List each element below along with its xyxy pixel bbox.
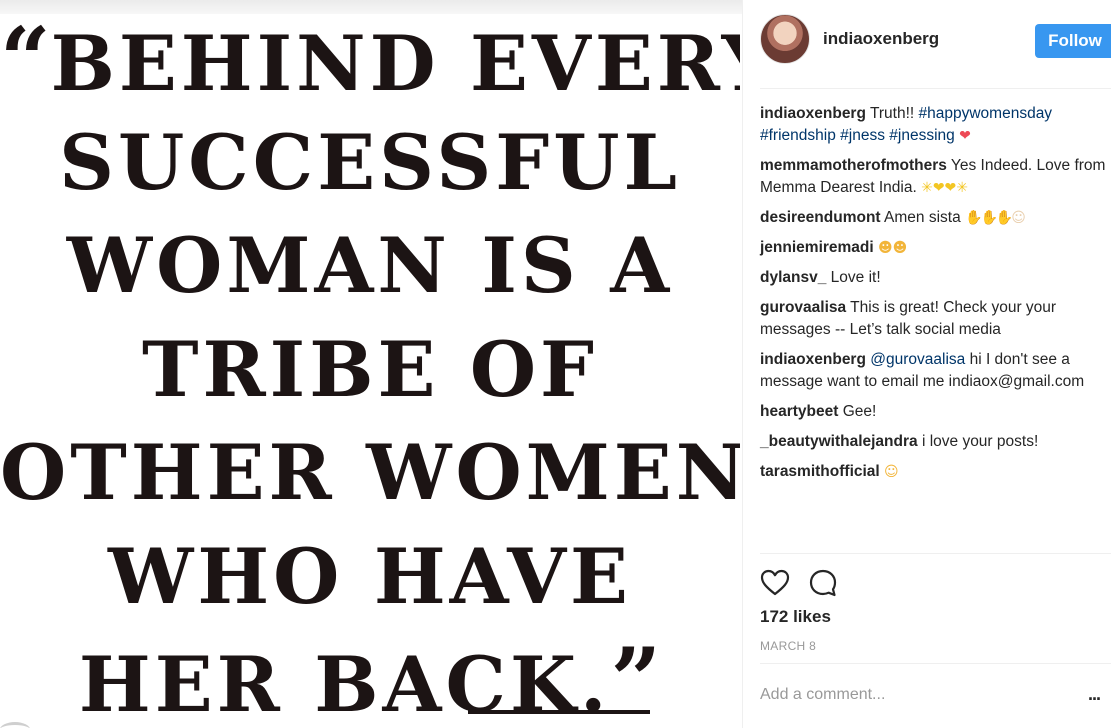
comment-username[interactable]: gurovaalisa bbox=[760, 299, 846, 316]
hashtag-link[interactable]: #jness bbox=[840, 127, 885, 144]
comment: _beautywithalejandra i love your posts! bbox=[760, 431, 1111, 453]
comment: indiaoxenberg @gurovaalisa hi I don't se… bbox=[760, 349, 1111, 393]
comment-username[interactable]: memmamotherofmothers bbox=[760, 157, 947, 174]
caption: indiaoxenberg Truth!! #happywomensday #fr… bbox=[760, 103, 1111, 147]
comment-text: Love it! bbox=[826, 269, 881, 286]
quote-text: TRIBE OF bbox=[141, 325, 599, 414]
comment: desireendumont Amen sista ✋✋✋☺ bbox=[760, 207, 1111, 229]
quote-text: OTHER WOMEN bbox=[0, 428, 740, 517]
comment-username[interactable]: dylansv_ bbox=[760, 269, 826, 286]
quote-line-2: SUCCESSFUL bbox=[0, 118, 740, 208]
quote-line-6: WHO HAVE bbox=[0, 532, 740, 622]
smiling-face-emoji: ☺ bbox=[884, 464, 899, 480]
comment-username[interactable]: tarasmithofficial bbox=[760, 463, 880, 480]
raised-hands-emoji: ✋✋✋☺ bbox=[965, 210, 1026, 226]
divider bbox=[760, 88, 1111, 89]
header-username[interactable]: indiaoxenberg bbox=[823, 29, 939, 49]
open-quote-mark: “ bbox=[0, 14, 51, 111]
comment-username[interactable]: jenniemiremadi bbox=[760, 239, 874, 256]
hashtag-link[interactable]: #happywomensday bbox=[919, 105, 1053, 122]
comment: tarasmithofficial ☺ bbox=[760, 461, 1111, 483]
post-image[interactable]: “BEHIND EVERY SUCCESSFUL WOMAN IS A TRIB… bbox=[0, 14, 740, 728]
sparkle-heart-emoji: ✳❤❤✳ bbox=[921, 180, 969, 196]
follow-button[interactable]: Follow bbox=[1035, 24, 1111, 58]
post-date[interactable]: MARCH 8 bbox=[760, 639, 816, 653]
comment: dylansv_ Love it! bbox=[760, 267, 1111, 289]
hashtag-link[interactable]: #jnessing bbox=[889, 127, 955, 144]
comment-text: Gee! bbox=[838, 403, 877, 420]
quote-text: WOMAN IS A bbox=[66, 221, 674, 310]
post-header: indiaoxenberg Follow bbox=[760, 14, 1111, 66]
comment-list: indiaoxenberg Truth!! #happywomensday #fr… bbox=[760, 103, 1111, 491]
comment: heartybeet Gee! bbox=[760, 401, 1111, 423]
quote-text: BEHIND EVERY bbox=[50, 19, 740, 108]
quote-line-3: WOMAN IS A bbox=[0, 221, 740, 311]
comment-username[interactable]: _beautywithalejandra bbox=[760, 433, 918, 450]
divider bbox=[760, 663, 1111, 664]
quote-line-1: “BEHIND EVERY bbox=[0, 14, 740, 109]
mention-link[interactable]: @gurovaalisa bbox=[870, 351, 965, 368]
comment-text: Amen sista bbox=[880, 209, 966, 226]
quote-line-7: HER BACK.” bbox=[0, 635, 740, 728]
comment-username[interactable]: heartybeet bbox=[760, 403, 838, 420]
quote-line-5: OTHER WOMEN bbox=[0, 428, 740, 518]
likes-count[interactable]: 172 likes bbox=[760, 607, 831, 627]
more-options-button[interactable]: ... bbox=[1088, 684, 1101, 705]
comment: gurovaalisa This is great! Check your yo… bbox=[760, 297, 1111, 341]
quote-text: HER BACK. bbox=[78, 640, 611, 728]
comment-username[interactable]: indiaoxenberg bbox=[760, 351, 866, 368]
comment-text: Truth!! bbox=[865, 105, 919, 122]
hashtag-link[interactable]: #friendship bbox=[760, 127, 836, 144]
heart-eyes-emoji: ☻☻ bbox=[878, 240, 908, 256]
comment: jenniemiremadi ☻☻ bbox=[760, 237, 1111, 259]
divider bbox=[760, 553, 1111, 554]
quote-text: SUCCESSFUL bbox=[59, 118, 681, 207]
speech-bubble-icon[interactable] bbox=[808, 568, 838, 598]
red-heart-emoji: ❤ bbox=[959, 128, 971, 144]
add-comment-input[interactable] bbox=[760, 680, 1080, 710]
quote-text: WHO HAVE bbox=[108, 532, 632, 621]
avatar[interactable] bbox=[760, 14, 810, 64]
heart-outline-icon[interactable] bbox=[760, 568, 790, 598]
image-bottom-rule bbox=[468, 710, 650, 714]
comment-username[interactable]: indiaoxenberg bbox=[760, 105, 866, 122]
post-sidebar: indiaoxenberg Follow indiaoxenberg Truth… bbox=[742, 0, 1111, 728]
quote-line-4: TRIBE OF bbox=[0, 325, 740, 415]
comment-text: i love your posts! bbox=[917, 433, 1039, 450]
comment-username[interactable]: desireendumont bbox=[760, 209, 881, 226]
action-bar bbox=[760, 568, 880, 598]
comment: memmamotherofmothers Yes Indeed. Love fr… bbox=[760, 155, 1111, 199]
